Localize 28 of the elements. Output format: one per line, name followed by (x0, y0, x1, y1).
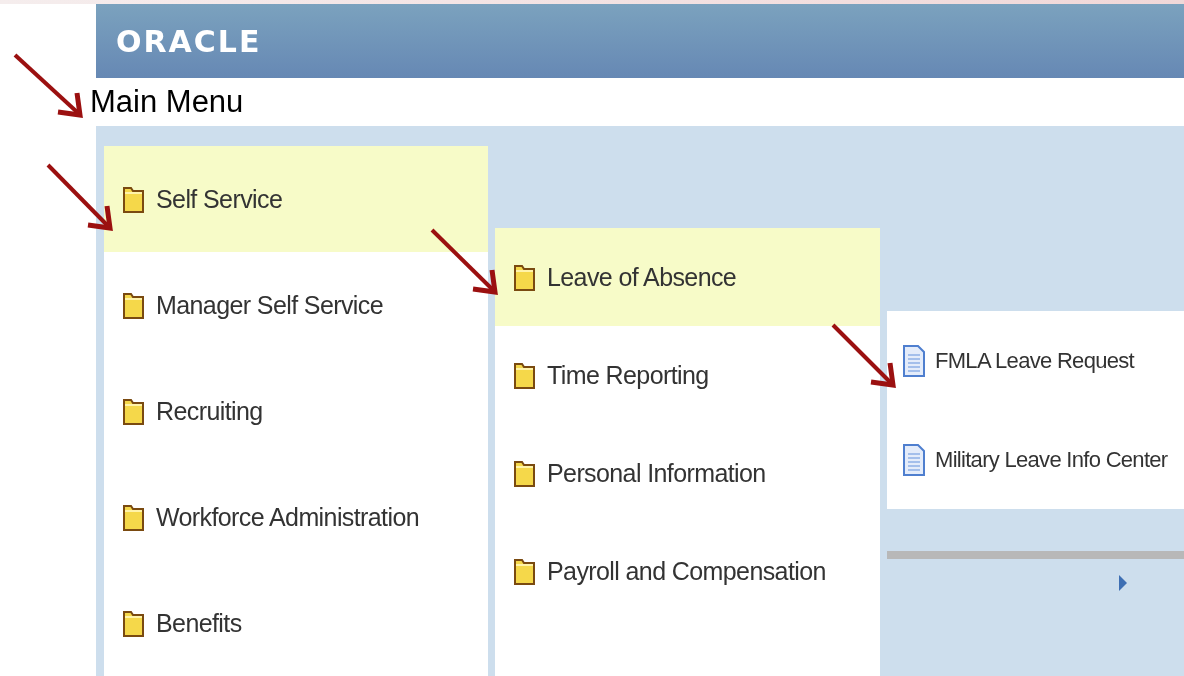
menu-item[interactable]: Time Reporting (495, 326, 880, 424)
menu-item[interactable]: FMLA Leave Request (887, 311, 1184, 410)
annotation-arrow (44, 161, 114, 232)
annotation-arrow (829, 321, 897, 389)
menu-item[interactable]: Manager Self Service (104, 252, 488, 358)
triangle-icon (1119, 575, 1127, 591)
menu-item[interactable]: Personal Information (495, 424, 880, 522)
menu-item[interactable]: Self Service (104, 146, 488, 252)
menu-item[interactable]: Leave of Absence (495, 228, 880, 326)
folder-icon (122, 608, 146, 638)
folder-icon (513, 556, 537, 586)
folder-icon (513, 262, 537, 292)
document-icon (903, 443, 925, 476)
page-heading: Main Menu (90, 83, 245, 122)
annotation-arrow (428, 226, 499, 296)
menu-item[interactable]: Military Leave Info Center (887, 410, 1184, 509)
folder-icon (513, 458, 537, 488)
folder-icon (122, 396, 146, 426)
document-icon (903, 344, 925, 377)
folder-icon (122, 184, 146, 214)
menu-item[interactable]: Benefits (104, 570, 488, 676)
menu-item[interactable]: Workforce Administration (104, 464, 488, 570)
folder-icon (513, 360, 537, 390)
logo: ORACLE (116, 23, 262, 59)
folder-icon (122, 502, 146, 532)
menu-item[interactable]: Recruiting (104, 358, 488, 464)
menu-item[interactable]: Payroll and Compensation (495, 522, 880, 620)
folder-icon (122, 290, 146, 320)
